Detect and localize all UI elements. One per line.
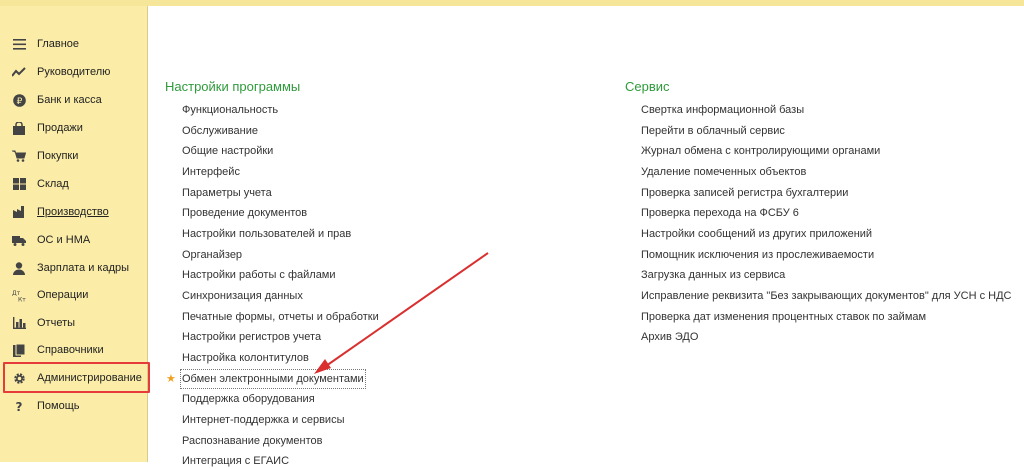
sidebar-item-label: Продажи: [37, 122, 83, 134]
administration-highlight: [3, 362, 150, 393]
sidebar-item-fixed-assets[interactable]: ОС и НМА: [0, 228, 147, 252]
service-link[interactable]: Проверка перехода на ФСБУ 6: [641, 205, 799, 221]
sidebar-item-bank[interactable]: ₽ Банк и касса: [0, 88, 147, 112]
service-link[interactable]: Исправление реквизита "Без закрывающих д…: [641, 288, 1011, 304]
sidebar-item-purchases[interactable]: Покупки: [0, 144, 147, 168]
sidebar-item-operations[interactable]: Дт Кт Операции: [0, 283, 147, 307]
trend-icon: [12, 65, 26, 79]
bag-icon: [12, 121, 26, 135]
service-link[interactable]: Перейти в облачный сервис: [641, 123, 785, 139]
settings-link[interactable]: Общие настройки: [182, 143, 273, 159]
sidebar-item-label: Руководителю: [37, 66, 111, 78]
sidebar-item-label: Покупки: [37, 150, 79, 162]
sidebar-item-help[interactable]: ? Помощь: [0, 394, 147, 418]
favorite-star-icon[interactable]: ★: [166, 372, 176, 385]
settings-link[interactable]: Печатные формы, отчеты и обработки: [182, 309, 379, 325]
sidebar-item-label: Отчеты: [37, 317, 76, 329]
dt-kt-icon: Дт Кт: [12, 288, 26, 302]
settings-section-title: Настройки программы: [165, 79, 301, 94]
service-link[interactable]: Проверка записей регистра бухгалтерии: [641, 185, 848, 201]
sidebar: Главное Руководителю ₽ Банк и касса Прод…: [0, 6, 148, 462]
sidebar-item-label: Банк и касса: [37, 94, 102, 106]
sidebar-item-manager[interactable]: Руководителю: [0, 60, 147, 84]
sidebar-item-label: Главное: [37, 38, 80, 50]
sidebar-item-label: Зарплата и кадры: [37, 262, 130, 274]
settings-link[interactable]: Поддержка оборудования: [182, 391, 315, 407]
svg-text:₽: ₽: [16, 97, 22, 107]
svg-text:?: ?: [16, 400, 23, 413]
service-link[interactable]: Архив ЭДО: [641, 329, 698, 345]
service-link[interactable]: Журнал обмена с контролирующими органами: [641, 143, 880, 159]
settings-link[interactable]: Интеграция с ЕГАИС: [182, 453, 289, 469]
settings-link[interactable]: Функциональность: [182, 102, 278, 118]
sidebar-item-sales[interactable]: Продажи: [0, 116, 147, 140]
settings-link[interactable]: Синхронизация данных: [182, 288, 303, 304]
service-link[interactable]: Помощник исключения из прослеживаемости: [641, 247, 874, 263]
sidebar-item-label: Операции: [37, 289, 89, 301]
settings-link[interactable]: Параметры учета: [182, 185, 272, 201]
service-link[interactable]: Свертка информационной базы: [641, 102, 804, 118]
menu-lines-icon: [12, 37, 26, 51]
settings-link[interactable]: Обслуживание: [182, 123, 258, 139]
ruble-icon: ₽: [12, 93, 26, 107]
settings-link-edo-exchange[interactable]: Обмен электронными документами: [180, 369, 366, 389]
service-section-title: Сервис: [625, 79, 670, 94]
sidebar-item-main[interactable]: Главное: [0, 32, 147, 56]
bar-chart-icon: [12, 316, 26, 330]
settings-link[interactable]: Интерфейс: [182, 164, 240, 180]
factory-icon: [12, 205, 26, 219]
sidebar-item-production[interactable]: Производство: [0, 200, 147, 224]
person-icon: [12, 261, 26, 275]
sidebar-item-label: Помощь: [37, 400, 80, 412]
sidebar-item-directories[interactable]: Справочники: [0, 338, 147, 362]
sidebar-item-reports[interactable]: Отчеты: [0, 311, 147, 335]
service-link[interactable]: Проверка дат изменения процентных ставок…: [641, 309, 926, 325]
settings-link[interactable]: Интернет-поддержка и сервисы: [182, 412, 344, 428]
settings-link[interactable]: Настройки работы с файлами: [182, 267, 336, 283]
service-link[interactable]: Настройки сообщений из других приложений: [641, 226, 872, 242]
sidebar-item-label: Склад: [37, 178, 69, 190]
svg-text:Кт: Кт: [18, 296, 26, 302]
cart-icon: [12, 149, 26, 163]
service-link[interactable]: Загрузка данных из сервиса: [641, 267, 785, 283]
sidebar-item-warehouse[interactable]: Склад: [0, 172, 147, 196]
books-icon: [12, 343, 26, 357]
service-link[interactable]: Удаление помеченных объектов: [641, 164, 806, 180]
question-icon: ?: [12, 399, 26, 413]
top-bar: [0, 0, 1024, 6]
sidebar-item-label: ОС и НМА: [37, 234, 91, 246]
sidebar-item-label: Производство: [37, 206, 109, 218]
settings-link[interactable]: Настройки регистров учета: [182, 329, 321, 345]
settings-link[interactable]: Настройка колонтитулов: [182, 350, 309, 366]
settings-link[interactable]: Распознавание документов: [182, 433, 323, 449]
sidebar-item-label: Справочники: [37, 344, 104, 356]
sidebar-item-salary[interactable]: Зарплата и кадры: [0, 256, 147, 280]
truck-icon: [12, 233, 26, 247]
settings-link[interactable]: Проведение документов: [182, 205, 307, 221]
warehouse-icon: [12, 177, 26, 191]
settings-link[interactable]: Органайзер: [182, 247, 242, 263]
settings-link[interactable]: Настройки пользователей и прав: [182, 226, 351, 242]
